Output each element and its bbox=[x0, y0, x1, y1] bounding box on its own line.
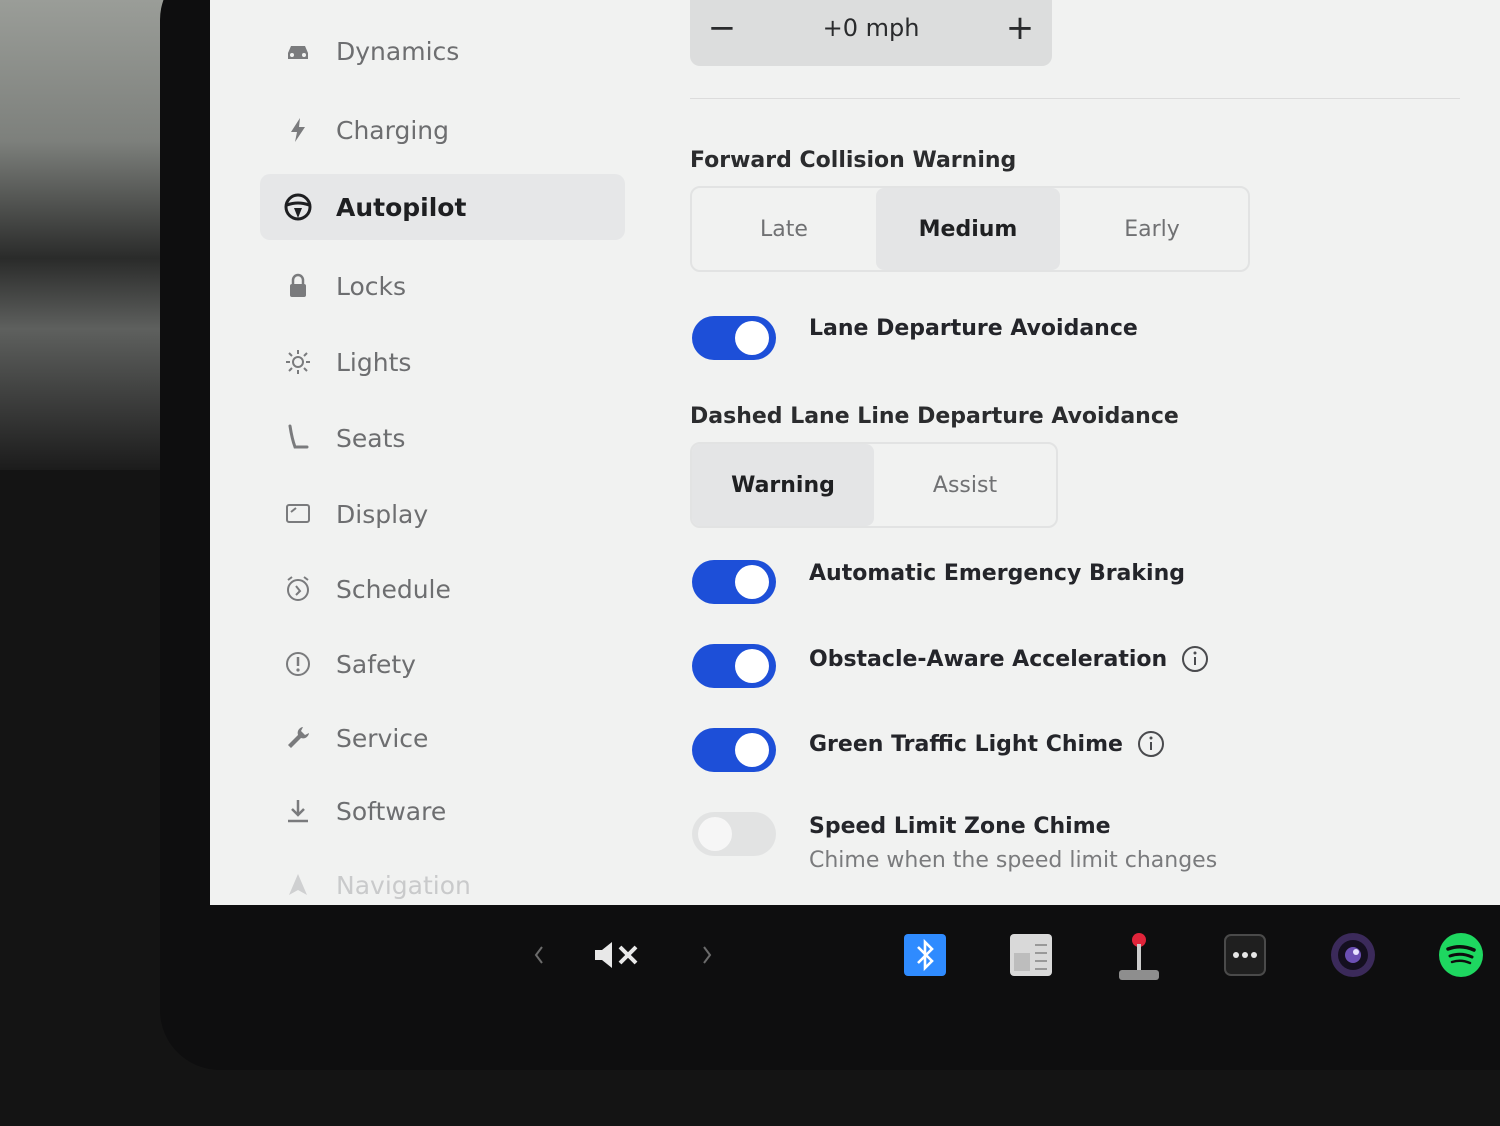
section-divider bbox=[690, 98, 1460, 99]
sidebar-item-display[interactable]: Display bbox=[260, 481, 625, 547]
sidebar-item-navigation[interactable]: Navigation bbox=[260, 852, 625, 905]
lane-departure-label: Lane Departure Avoidance bbox=[809, 316, 1138, 341]
aeb-label: Automatic Emergency Braking bbox=[809, 561, 1185, 586]
toggle-knob bbox=[735, 321, 769, 355]
green-light-chime-label: Green Traffic Light Chime bbox=[809, 731, 1123, 757]
speed-offset-stepper: − +0 mph + bbox=[690, 0, 1052, 66]
obstacle-aware-label: Obstacle-Aware Acceleration bbox=[809, 646, 1168, 672]
speed-zone-chime-description: Chime when the speed limit changes bbox=[809, 848, 1218, 873]
sidebar-item-label: Lights bbox=[336, 347, 412, 377]
chevron-left-icon[interactable] bbox=[524, 930, 554, 980]
lightning-icon bbox=[278, 110, 318, 150]
green-light-chime-toggle[interactable] bbox=[692, 728, 776, 772]
display-icon bbox=[278, 494, 318, 534]
increase-speed-button[interactable]: + bbox=[988, 8, 1052, 48]
toggle-knob bbox=[735, 565, 769, 599]
sidebar-item-software[interactable]: Software bbox=[260, 778, 625, 844]
touchscreen: Dynamics Charging Autopilot Locks Lights bbox=[210, 0, 1500, 905]
option-medium[interactable]: Medium bbox=[876, 188, 1060, 270]
toggle-knob bbox=[735, 733, 769, 767]
sidebar-item-autopilot[interactable]: Autopilot bbox=[260, 174, 625, 240]
sidebar-item-schedule[interactable]: Schedule bbox=[260, 556, 625, 622]
sidebar-item-label: Display bbox=[336, 499, 429, 529]
car-icon bbox=[278, 31, 318, 71]
alarm-clock-icon bbox=[278, 569, 318, 609]
forward-collision-label: Forward Collision Warning bbox=[690, 148, 1017, 173]
lane-departure-toggle[interactable] bbox=[692, 316, 776, 360]
sidebar-item-service[interactable]: Service bbox=[260, 705, 625, 771]
taskbar bbox=[500, 930, 1500, 1000]
steering-wheel-icon bbox=[278, 187, 318, 227]
sidebar-item-label: Dynamics bbox=[336, 36, 460, 66]
speed-zone-chime-toggle[interactable] bbox=[692, 812, 776, 856]
sidebar-item-charging[interactable]: Charging bbox=[260, 97, 625, 163]
seat-icon bbox=[278, 418, 318, 458]
sidebar-item-label: Autopilot bbox=[336, 192, 467, 222]
toggle-knob bbox=[735, 649, 769, 683]
sidebar-item-seats[interactable]: Seats bbox=[260, 405, 625, 471]
option-assist[interactable]: Assist bbox=[874, 444, 1056, 526]
dashed-lane-selector: Warning Assist bbox=[690, 442, 1058, 528]
green-light-label-row: Green Traffic Light Chime bbox=[809, 730, 1165, 758]
obstacle-aware-toggle[interactable] bbox=[692, 644, 776, 688]
wrench-icon bbox=[278, 718, 318, 758]
obstacle-aware-label-row: Obstacle-Aware Acceleration bbox=[809, 645, 1209, 673]
sidebar-item-label: Navigation bbox=[336, 870, 471, 900]
sidebar-item-label: Safety bbox=[336, 649, 416, 679]
info-icon[interactable] bbox=[1181, 645, 1209, 673]
option-early[interactable]: Early bbox=[1060, 188, 1244, 270]
sidebar-item-label: Schedule bbox=[336, 574, 451, 604]
decrease-speed-button[interactable]: − bbox=[690, 8, 754, 48]
download-icon bbox=[278, 791, 318, 831]
navigation-arrow-icon bbox=[278, 865, 318, 905]
sidebar-item-label: Seats bbox=[336, 423, 406, 453]
lock-icon bbox=[278, 266, 318, 306]
speed-offset-value: +0 mph bbox=[822, 14, 920, 42]
volume-mute-icon[interactable] bbox=[590, 930, 646, 980]
sidebar-item-label: Software bbox=[336, 796, 447, 826]
toggle-knob bbox=[698, 817, 732, 851]
sidebar-item-locks[interactable]: Locks bbox=[260, 253, 625, 319]
calendar-icon[interactable] bbox=[1008, 930, 1054, 980]
more-dots-icon[interactable] bbox=[1222, 930, 1268, 980]
forward-collision-selector: Late Medium Early bbox=[690, 186, 1250, 272]
info-icon[interactable] bbox=[1137, 730, 1165, 758]
bluetooth-icon[interactable] bbox=[902, 930, 948, 980]
settings-sidebar: Dynamics Charging Autopilot Locks Lights bbox=[210, 0, 670, 905]
autopilot-settings-panel: − +0 mph + Forward Collision Warning Lat… bbox=[690, 0, 1500, 905]
sidebar-item-dynamics[interactable]: Dynamics bbox=[260, 18, 625, 84]
alert-circle-icon bbox=[278, 644, 318, 684]
background-photo-area bbox=[0, 0, 175, 470]
spotify-icon[interactable] bbox=[1436, 930, 1486, 980]
sun-icon bbox=[278, 342, 318, 382]
camera-icon[interactable] bbox=[1328, 930, 1378, 980]
chevron-right-icon[interactable] bbox=[692, 930, 722, 980]
joystick-icon[interactable] bbox=[1114, 930, 1164, 986]
dashed-lane-label: Dashed Lane Line Departure Avoidance bbox=[690, 404, 1179, 429]
sidebar-item-safety[interactable]: Safety bbox=[260, 631, 625, 697]
sidebar-item-label: Locks bbox=[336, 271, 407, 301]
sidebar-item-lights[interactable]: Lights bbox=[260, 329, 625, 395]
option-warning[interactable]: Warning bbox=[692, 444, 874, 526]
speed-zone-chime-label: Speed Limit Zone Chime bbox=[809, 814, 1111, 839]
sidebar-item-label: Charging bbox=[336, 115, 449, 145]
option-late[interactable]: Late bbox=[692, 188, 876, 270]
aeb-toggle[interactable] bbox=[692, 560, 776, 604]
sidebar-item-label: Service bbox=[336, 723, 429, 753]
